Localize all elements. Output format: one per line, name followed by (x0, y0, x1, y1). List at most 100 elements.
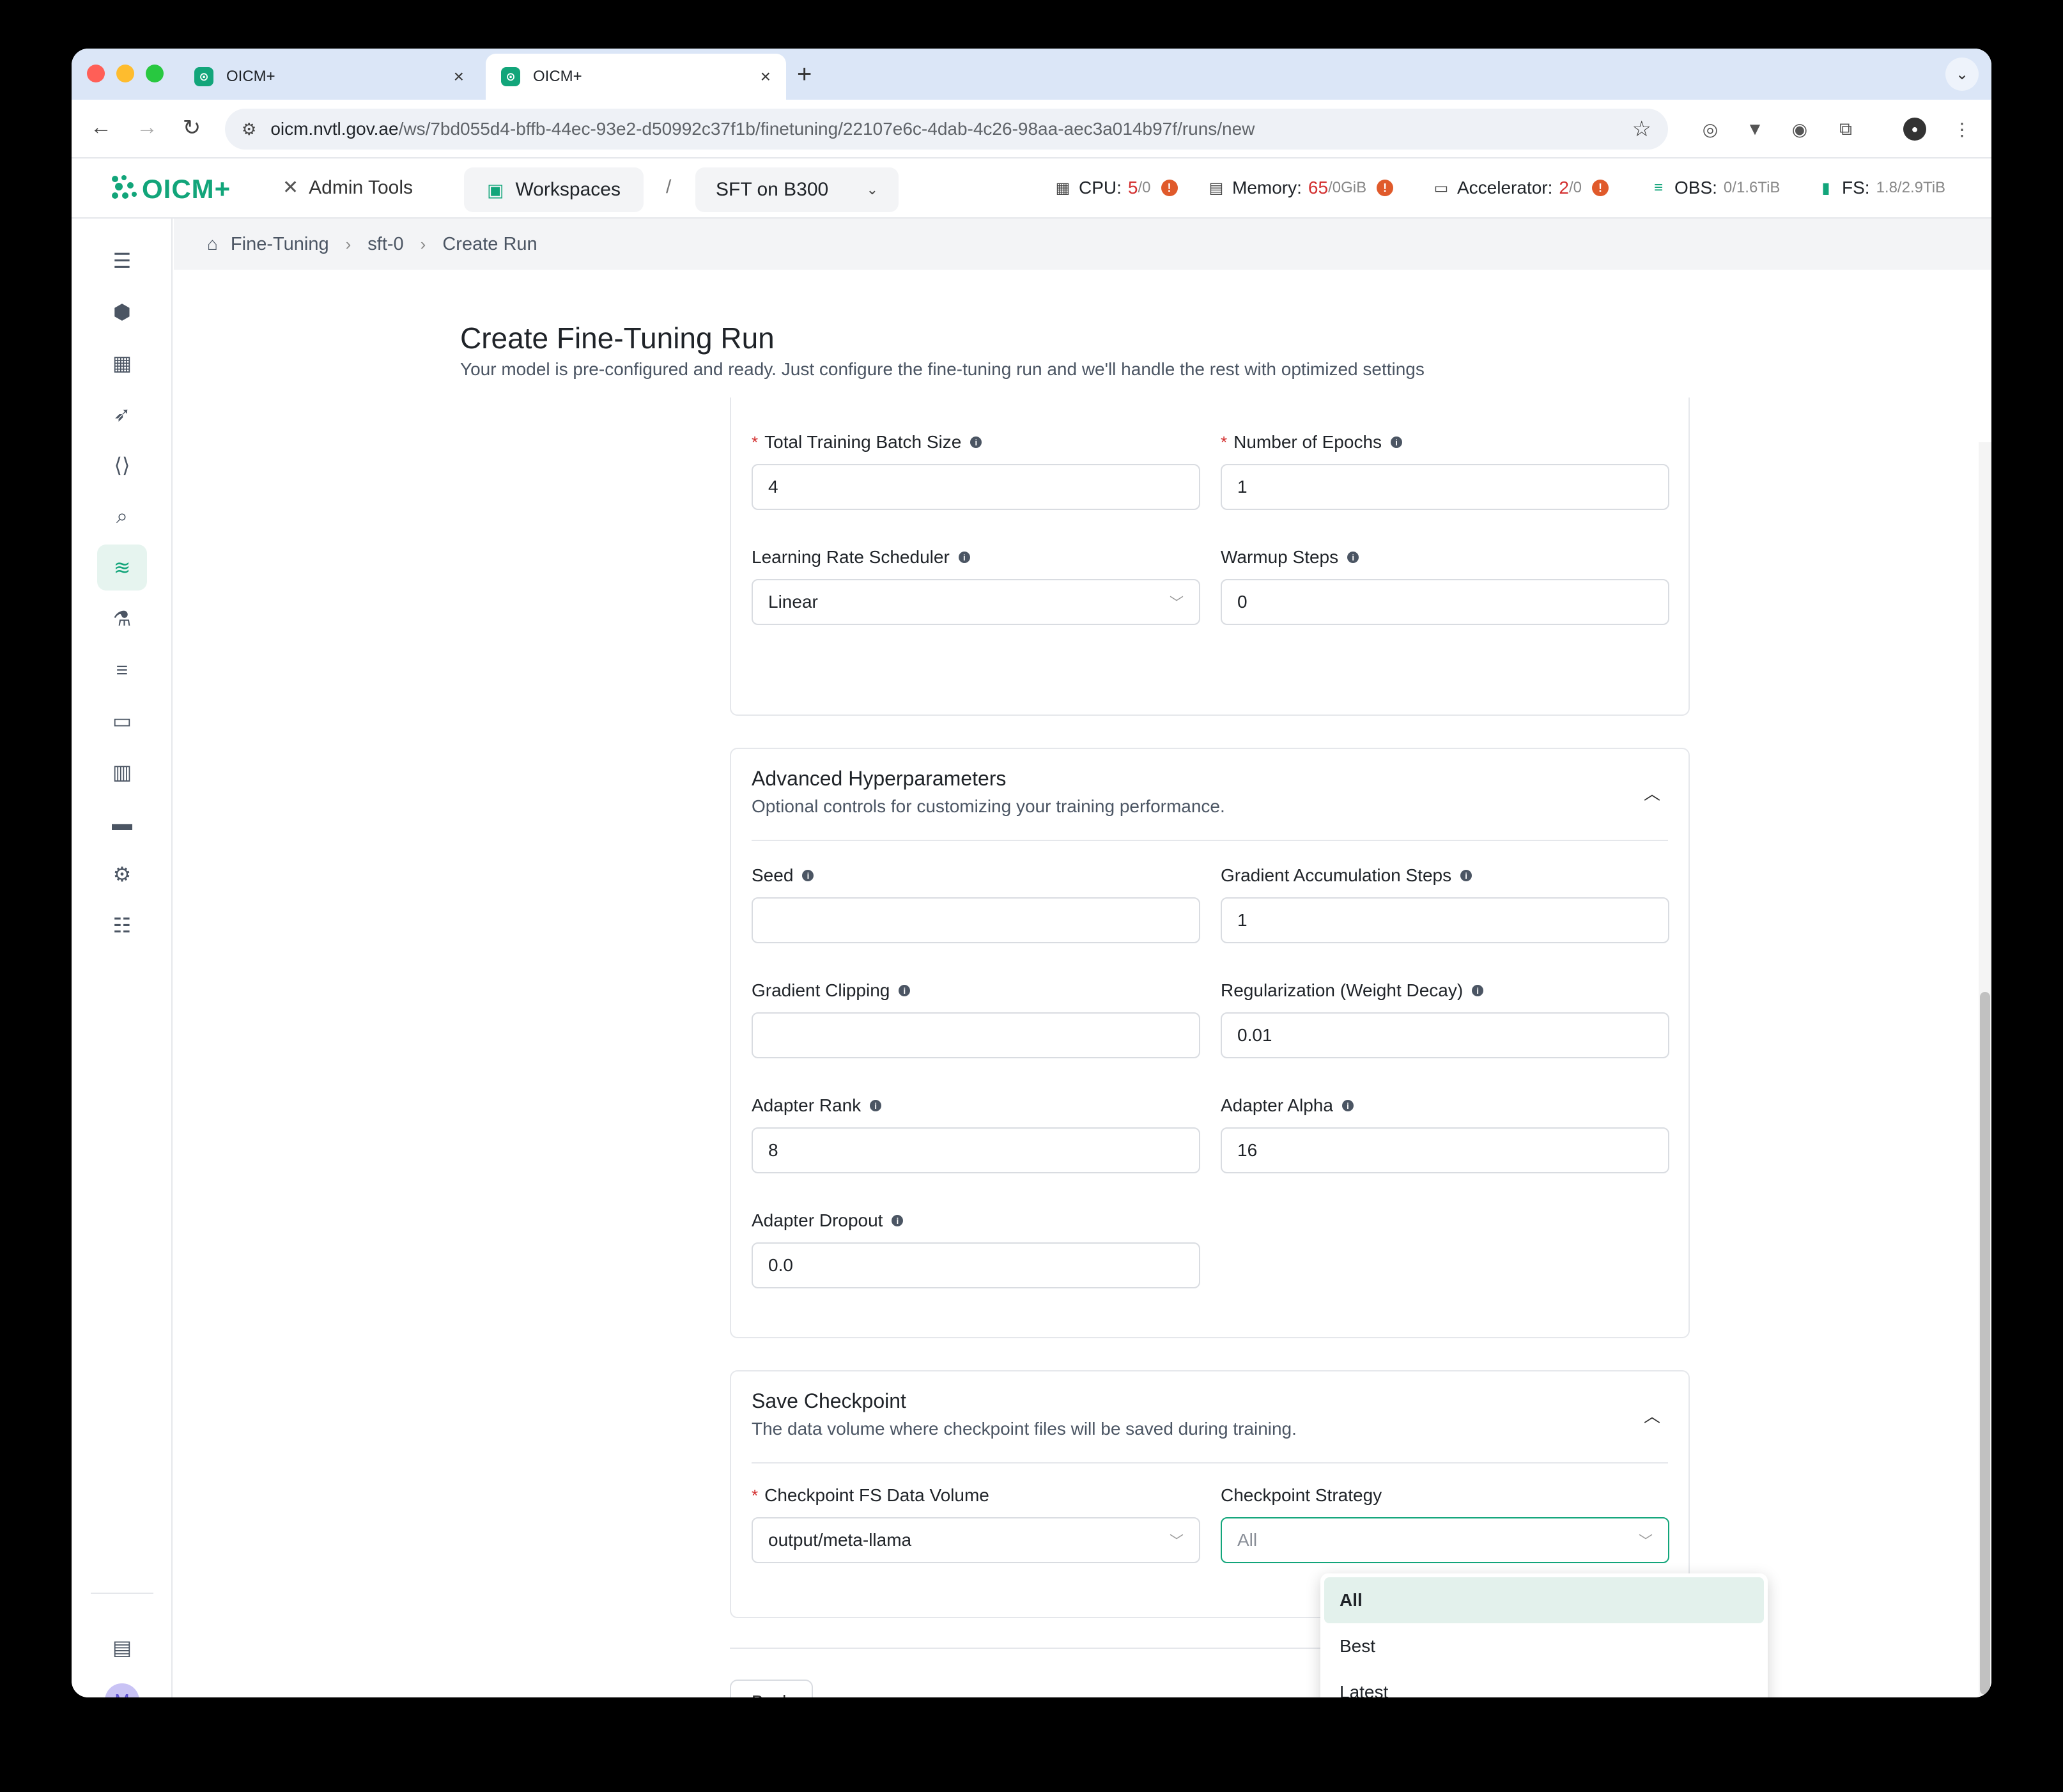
tab-search-icon[interactable]: ⌄ (1945, 58, 1979, 91)
oicm-logo[interactable]: OICM+ (110, 174, 231, 205)
extension-icon[interactable]: ▼ (1743, 118, 1766, 141)
models-cube-icon[interactable]: ⬢ (97, 289, 147, 335)
close-icon[interactable]: × (454, 66, 464, 87)
adapter-alpha-input[interactable]: 16 (1221, 1127, 1669, 1173)
reload-icon[interactable]: ↻ (178, 115, 206, 141)
scheduler-select[interactable]: Linear ﹀ (752, 579, 1200, 625)
required-marker: * (752, 432, 759, 452)
extension-icon[interactable]: ◎ (1699, 118, 1722, 141)
seed-input[interactable] (752, 897, 1200, 943)
workspace-select[interactable]: SFT on B300 ⌄ (695, 167, 899, 212)
tab-title: OICM+ (533, 68, 582, 85)
drive-icon[interactable]: ▬ (97, 800, 147, 846)
info-icon[interactable]: i (1472, 985, 1484, 996)
url-host: oicm.nvtl.gov.ae (270, 119, 399, 139)
info-icon[interactable]: i (870, 1100, 882, 1111)
epochs-input[interactable]: 1 (1221, 464, 1669, 510)
code-icon[interactable]: ⟨⟩ (97, 442, 147, 488)
experiment-flask-icon[interactable]: ⚗ (97, 596, 147, 642)
browser-tab-2[interactable]: ⊙ OICM+ × (486, 54, 786, 100)
info-icon[interactable]: i (1347, 552, 1359, 563)
list-icon[interactable]: ☷ (97, 902, 147, 948)
input-value: 16 (1237, 1140, 1258, 1160)
deploy-rocket-icon[interactable]: ➶ (97, 391, 147, 437)
info-icon[interactable]: i (1391, 436, 1403, 448)
input-value: 1 (1237, 910, 1248, 930)
analytics-icon[interactable]: ⌕ (97, 493, 147, 539)
breadcrumb-fine-tuning[interactable]: Fine-Tuning (231, 234, 329, 255)
profile-avatar-icon[interactable]: ● (1903, 118, 1926, 141)
info-icon[interactable]: i (958, 552, 970, 563)
info-icon[interactable]: i (1460, 870, 1472, 881)
storage-icon[interactable]: ▭ (97, 698, 147, 744)
user-avatar[interactable]: M (105, 1683, 139, 1697)
workspaces-button[interactable]: ▣ Workspaces (464, 167, 644, 212)
field-label: Adapter Alpha (1221, 1095, 1333, 1115)
info-icon[interactable]: i (899, 985, 911, 996)
admin-tools-link[interactable]: ✕ Admin Tools (282, 176, 413, 199)
close-icon[interactable]: × (761, 66, 771, 87)
dropdown-option-all[interactable]: All (1324, 1577, 1764, 1623)
adapter-rank-field: Adapter Rank i 8 (752, 1094, 1200, 1173)
browser-window: ⊙ OICM+ × ⊙ OICM+ × + ⌄ ← → ↻ ⚙ oicm.nvt… (72, 49, 1991, 1697)
collapse-chevron-up-icon[interactable]: ︿ (1644, 781, 1660, 805)
grad-clip-field: Gradient Clipping i (752, 979, 1200, 1058)
scrollbar-thumb[interactable] (1980, 992, 1990, 1695)
settings-gear-icon[interactable]: ⚙ (97, 851, 147, 897)
address-bar[interactable]: ⚙ oicm.nvtl.gov.ae/ws/7bd055d4-bffb-44ec… (225, 109, 1668, 150)
forward-arrow-icon[interactable]: → (133, 115, 161, 140)
database-icon[interactable]: ≡ (97, 647, 147, 693)
card-divider (752, 1462, 1668, 1464)
required-marker: * (1221, 432, 1228, 452)
extensions-puzzle-icon[interactable]: ⧉ (1834, 118, 1857, 141)
back-arrow-icon[interactable]: ← (87, 115, 115, 140)
adapter-dropout-input[interactable]: 0.0 (752, 1242, 1200, 1288)
notebook-icon[interactable]: ▥ (97, 749, 147, 795)
weight-decay-input[interactable]: 0.01 (1221, 1012, 1669, 1058)
maximize-window-button[interactable] (146, 65, 164, 82)
info-icon[interactable]: i (970, 436, 982, 448)
dropdown-option-best[interactable]: Best (1324, 1623, 1764, 1669)
checkpoint-volume-select[interactable]: output/meta-llama ﹀ (752, 1517, 1200, 1563)
select-value: output/meta-llama (768, 1530, 912, 1550)
adapter-alpha-field: Adapter Alpha i 16 (1221, 1094, 1669, 1173)
workspaces-label: Workspaces (515, 179, 621, 200)
quota-used: 5 (1127, 178, 1138, 197)
dropdown-option-latest[interactable]: Latest (1324, 1669, 1764, 1697)
adapter-rank-input[interactable]: 8 (752, 1127, 1200, 1173)
dashboard-icon[interactable]: ▦ (97, 340, 147, 386)
bookmark-star-icon[interactable]: ☆ (1632, 116, 1651, 142)
info-icon[interactable]: i (802, 870, 814, 881)
collapse-chevron-up-icon[interactable]: ︿ (1644, 1403, 1660, 1427)
checkpoint-strategy-select[interactable]: All ﹀ (1221, 1517, 1669, 1563)
close-window-button[interactable] (87, 65, 105, 82)
new-tab-icon[interactable]: + (797, 60, 812, 89)
warmup-input[interactable]: 0 (1221, 579, 1669, 625)
card-subtitle: The data volume where checkpoint files w… (752, 1419, 1297, 1439)
browser-menu-icon[interactable]: ⋮ (1951, 118, 1974, 141)
info-icon[interactable]: i (1341, 1100, 1354, 1111)
grad-accum-input[interactable]: 1 (1221, 897, 1669, 943)
select-placeholder: All (1237, 1530, 1258, 1550)
docs-book-icon[interactable]: ▤ (97, 1625, 147, 1671)
batch-size-input[interactable]: 4 (752, 464, 1200, 510)
menu-hamburger-icon[interactable]: ☰ (97, 238, 147, 284)
minimize-window-button[interactable] (116, 65, 134, 82)
chevron-right-icon: › (345, 234, 352, 254)
input-value: 0.0 (768, 1255, 793, 1275)
back-button[interactable]: Back (730, 1680, 813, 1697)
field-label: Gradient Clipping (752, 980, 890, 1000)
breadcrumb-sft[interactable]: sft-0 (367, 234, 403, 255)
info-icon[interactable]: i (892, 1215, 904, 1226)
site-settings-icon[interactable]: ⚙ (242, 120, 256, 139)
home-icon[interactable]: ⌂ (207, 234, 218, 254)
adapter-dropout-field: Adapter Dropout i 0.0 (752, 1209, 1200, 1288)
browser-tab-1[interactable]: ⊙ OICM+ × (179, 54, 479, 100)
epochs-field: * Number of Epochs i 1 (1221, 431, 1669, 510)
file-icon: ▮ (1821, 179, 1830, 197)
finetuning-sliders-icon[interactable]: ≋ (97, 545, 147, 591)
extension-icon[interactable]: ◉ (1788, 118, 1811, 141)
grad-clip-input[interactable] (752, 1012, 1200, 1058)
app-header: OICM+ ✕ Admin Tools ▣ Workspaces / SFT o… (72, 158, 1991, 219)
warning-icon: ! (1377, 180, 1394, 196)
